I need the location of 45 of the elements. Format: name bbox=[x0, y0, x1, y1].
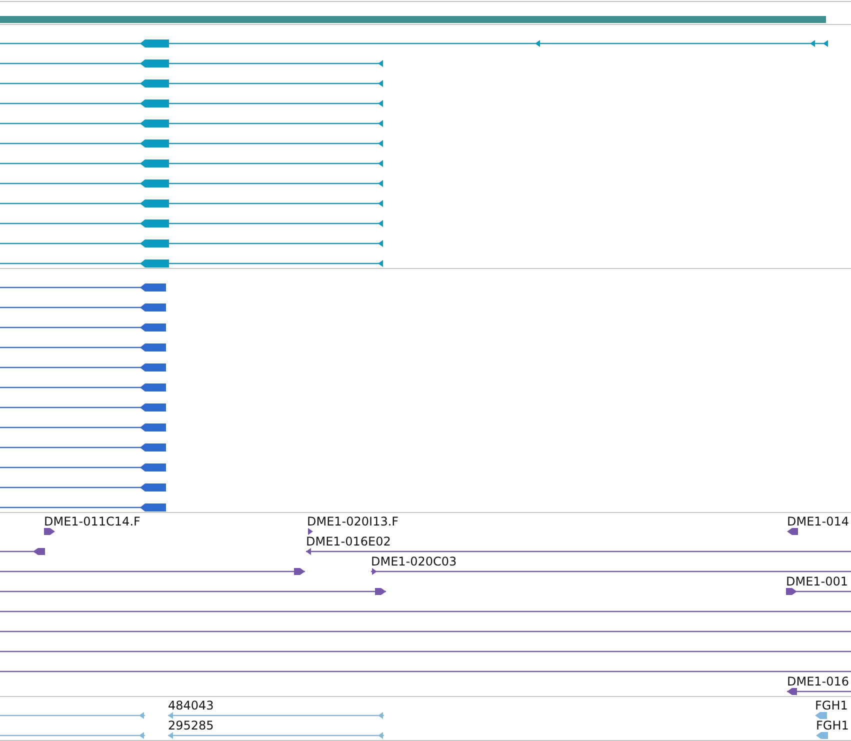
feature-label: DME1-001 bbox=[786, 574, 848, 588]
transcript-feature[interactable] bbox=[0, 180, 383, 188]
feature-label: 295285 bbox=[168, 718, 214, 732]
clone-feature[interactable] bbox=[0, 588, 386, 595]
clone-feature[interactable] bbox=[306, 548, 851, 555]
transcript-feature[interactable] bbox=[0, 304, 166, 312]
transcript-feature[interactable] bbox=[0, 200, 383, 208]
transcript-feature[interactable] bbox=[0, 444, 166, 452]
feature-label: DME1-011C14.F bbox=[44, 514, 140, 528]
transcript-feature[interactable] bbox=[0, 40, 828, 48]
transcript-feature[interactable] bbox=[0, 260, 383, 268]
feature-label: DME1-020C03 bbox=[371, 554, 457, 568]
feature-label: FGH1 bbox=[815, 698, 848, 712]
feature-label: DME1-016 bbox=[787, 674, 850, 688]
clone-feature[interactable] bbox=[0, 548, 45, 555]
feature-label: 484043 bbox=[168, 698, 214, 712]
transcript-feature[interactable] bbox=[0, 220, 383, 228]
transcript-feature[interactable] bbox=[0, 504, 166, 512]
transcript-feature[interactable] bbox=[0, 424, 166, 432]
clone-feature[interactable] bbox=[787, 528, 798, 535]
transcript-feature[interactable] bbox=[0, 364, 166, 372]
clone-feature[interactable] bbox=[787, 688, 851, 695]
feature-label: DME1-016E02 bbox=[306, 534, 391, 548]
clone-feature[interactable] bbox=[0, 568, 305, 575]
clone-feature[interactable] bbox=[308, 528, 313, 535]
clone-feature[interactable] bbox=[44, 528, 55, 535]
transcript-feature[interactable] bbox=[0, 344, 166, 352]
feature-label: DME1-020I13.F bbox=[307, 514, 399, 528]
transcript-feature[interactable] bbox=[0, 60, 383, 68]
transcript-feature[interactable] bbox=[0, 404, 166, 412]
transcript-feature[interactable] bbox=[0, 140, 383, 148]
transcript-feature[interactable] bbox=[0, 240, 383, 248]
transcript-feature[interactable] bbox=[0, 324, 166, 332]
transcript-feature[interactable] bbox=[0, 484, 166, 492]
transcript-feature[interactable] bbox=[0, 100, 383, 108]
clone-feature[interactable] bbox=[371, 568, 851, 575]
transcript-feature[interactable] bbox=[0, 120, 383, 128]
clone-feature[interactable] bbox=[786, 588, 851, 595]
transcript-feature[interactable] bbox=[0, 384, 166, 392]
transcript-feature[interactable] bbox=[0, 80, 383, 88]
transcript-feature[interactable] bbox=[0, 284, 166, 292]
transcript-feature[interactable] bbox=[0, 464, 166, 472]
transcript-feature[interactable] bbox=[0, 160, 383, 168]
feature-label: FGH1 bbox=[816, 718, 849, 732]
feature-label: DME1-014 bbox=[787, 514, 850, 528]
